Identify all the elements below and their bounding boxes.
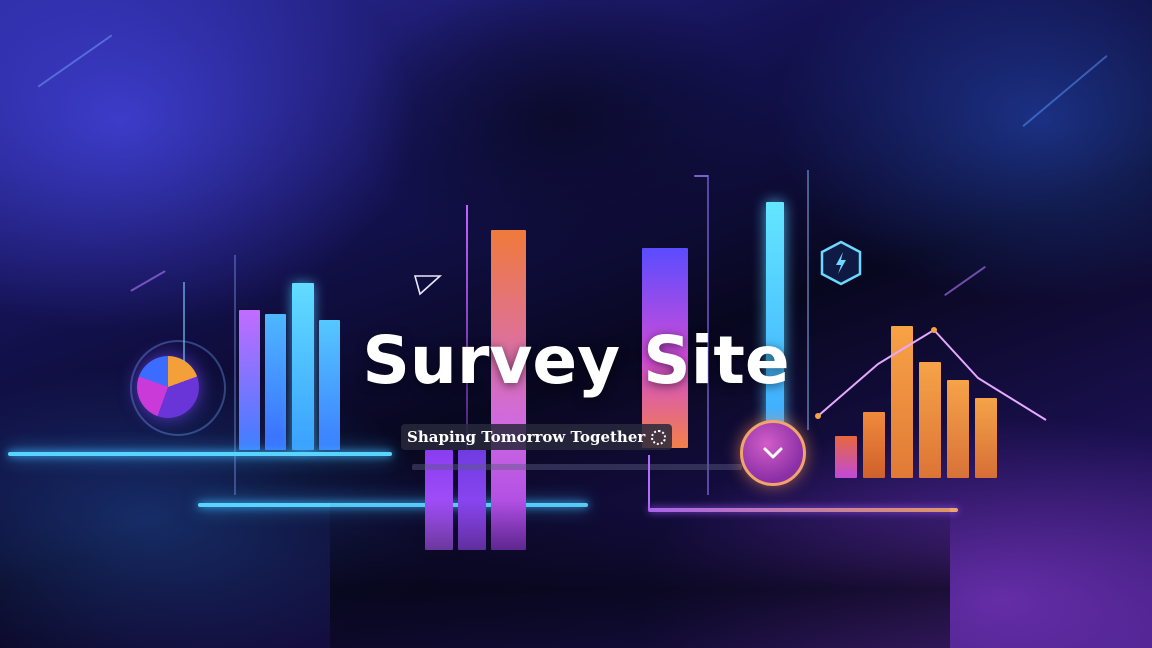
- horizontal-rule: [694, 175, 708, 177]
- page-title: Survey Site: [362, 322, 790, 399]
- tagline: Shaping Tomorrow Together: [407, 428, 646, 446]
- tagline-badge: Shaping Tomorrow Together: [401, 424, 673, 450]
- ink-streak-texture: [330, 500, 950, 648]
- hero-banner: Survey Site Shaping Tomorrow Together: [0, 0, 1152, 648]
- loading-spinner-icon: [651, 429, 667, 445]
- bolt-icon: [820, 240, 862, 286]
- glow-line: [8, 452, 392, 456]
- bar-graphic: [835, 436, 857, 478]
- diagonal-streak: [37, 34, 113, 88]
- diagonal-streak: [1022, 54, 1108, 128]
- horizontal-rule: [412, 464, 742, 470]
- triangle-cursor-icon: [413, 275, 443, 296]
- scroll-down-button[interactable]: [740, 420, 806, 486]
- diagonal-streak: [943, 265, 987, 297]
- diagonal-streak: [130, 270, 166, 292]
- chevron-down-icon: [763, 447, 783, 459]
